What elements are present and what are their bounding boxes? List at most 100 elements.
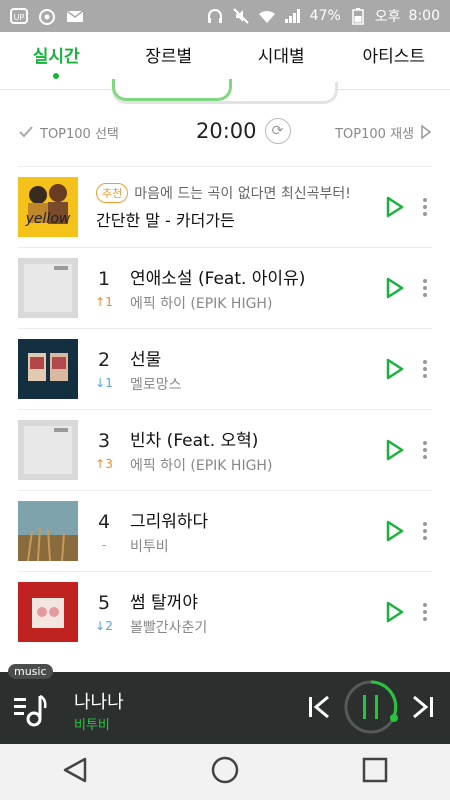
- chart-row-4[interactable]: 4 - 그리워하다 비투비: [18, 490, 432, 571]
- play-outline-icon: [421, 124, 432, 140]
- recent-apps-icon[interactable]: [361, 756, 389, 788]
- more-options-icon[interactable]: [418, 273, 432, 303]
- rank-number: 5: [97, 591, 111, 614]
- album-art: [18, 420, 78, 480]
- battery-percent: 47%: [309, 8, 341, 24]
- song-artist: 볼빨간사춘기: [130, 619, 208, 636]
- play-icon[interactable]: [380, 597, 410, 627]
- chart-time-value: 20:00: [196, 119, 257, 143]
- home-icon[interactable]: [211, 756, 239, 788]
- playlist-music-icon[interactable]: [12, 690, 52, 734]
- top100-play-button[interactable]: TOP100 재생: [335, 123, 432, 142]
- song-info: 빈차 (Feat. 오혁) 에픽 하이 (EPIK HIGH): [130, 426, 380, 475]
- album-art: yellow: [18, 177, 78, 237]
- recommend-song: 간단한 말 - 카더가든: [96, 211, 235, 230]
- chart-row-2[interactable]: 2 ↓1 선물 멜로망스: [18, 328, 432, 409]
- now-playing-title[interactable]: 나나나: [74, 688, 124, 714]
- svg-text:UP: UP: [14, 13, 25, 22]
- recommend-text: 마음에 드는 곡이 없다면 최신곡부터!: [134, 186, 351, 202]
- tab-label: 장르별: [145, 47, 193, 67]
- previous-icon[interactable]: [306, 692, 332, 726]
- chart-row-5[interactable]: 5 ↓2 썸 탈꺼야 볼빨간사춘기: [18, 571, 432, 652]
- next-icon[interactable]: [410, 692, 436, 726]
- rank-number: 1: [97, 267, 111, 290]
- tab-era[interactable]: 시대별: [225, 32, 338, 89]
- rank-block: 4 -: [78, 511, 130, 552]
- mute-icon: [232, 7, 250, 25]
- toggle-active-segment[interactable]: [112, 79, 232, 101]
- song-title: 빈차 (Feat. 오혁): [130, 430, 259, 451]
- chart-controls: TOP100 선택 20:00 ⟳ TOP100 재생: [0, 112, 450, 152]
- camera-icon: [38, 7, 56, 25]
- status-bar: UP 47% 오후 8:00: [0, 0, 450, 32]
- more-options-icon[interactable]: [418, 516, 432, 546]
- song-title: 썸 탈꺼야: [130, 592, 198, 613]
- rank-block: 2 ↓1: [78, 349, 130, 390]
- more-options-icon[interactable]: [418, 597, 432, 627]
- recommend-badge: 추천: [96, 183, 129, 203]
- play-icon[interactable]: [380, 354, 410, 384]
- chart-time: 20:00 ⟳: [196, 118, 291, 144]
- mini-player[interactable]: music 나나나 비투비: [0, 664, 450, 744]
- rank-change: ↓1: [95, 375, 113, 390]
- more-options-icon[interactable]: [418, 192, 432, 222]
- tab-artist[interactable]: 아티스트: [338, 32, 450, 89]
- song-title: 연애소설 (Feat. 아이유): [130, 268, 306, 289]
- rank-number: 4: [97, 510, 111, 533]
- top100-select-button[interactable]: TOP100 선택: [18, 123, 119, 142]
- song-artist: 에픽 하이 (EPIK HIGH): [130, 457, 273, 474]
- signal-icon: [284, 7, 302, 25]
- more-options-icon[interactable]: [418, 435, 432, 465]
- rank-change: ↑1: [95, 294, 113, 309]
- play-all-label: TOP100 재생: [335, 126, 414, 142]
- rank-number: 3: [97, 429, 111, 452]
- recommend-line: 추천 마음에 드는 곡이 없다면 최신곡부터!: [96, 183, 380, 203]
- refresh-icon[interactable]: ⟳: [264, 118, 291, 144]
- play-icon[interactable]: [380, 435, 410, 465]
- chart-row-3[interactable]: 3 ↑3 빈차 (Feat. 오혁) 에픽 하이 (EPIK HIGH): [18, 409, 432, 490]
- chart-mode-toggle[interactable]: [0, 79, 450, 106]
- play-icon[interactable]: [380, 516, 410, 546]
- song-title: 그리워하다: [130, 511, 209, 532]
- svg-text:yellow: yellow: [25, 211, 71, 227]
- rank-change: ↓2: [95, 618, 113, 633]
- pause-button[interactable]: [342, 678, 400, 740]
- now-playing-artist[interactable]: 비투비: [74, 714, 110, 733]
- rank-number: 2: [97, 348, 111, 371]
- album-art: [18, 339, 78, 399]
- toggle-track[interactable]: [112, 79, 338, 104]
- album-art: [18, 258, 78, 318]
- status-time: 8:00: [408, 8, 440, 24]
- recommend-info: 추천 마음에 드는 곡이 없다면 최신곡부터! 간단한 말 - 카더가든: [96, 183, 380, 231]
- status-ampm: 오후: [374, 9, 401, 25]
- rank-change: ↑3: [95, 456, 113, 471]
- back-icon[interactable]: [61, 756, 89, 788]
- select-label: TOP100 선택: [40, 126, 119, 142]
- tab-realtime[interactable]: 실시간: [0, 32, 113, 89]
- tab-label: 실시간: [32, 47, 80, 67]
- album-art: [18, 501, 78, 562]
- song-artist: 비투비: [130, 538, 169, 555]
- rank-block: 1 ↑1: [78, 268, 130, 309]
- active-tab-dot: [53, 73, 60, 79]
- more-options-icon[interactable]: [418, 354, 432, 384]
- chart-row-1[interactable]: 1 ↑1 연애소설 (Feat. 아이유) 에픽 하이 (EPIK HIGH): [18, 247, 432, 328]
- song-title: 선물: [130, 349, 162, 370]
- wifi-icon: [258, 7, 276, 25]
- play-icon[interactable]: [380, 273, 410, 303]
- song-info: 그리워하다 비투비: [130, 507, 380, 556]
- mail-icon: [66, 7, 84, 25]
- headphones-icon: [206, 7, 224, 25]
- app-icon: UP: [10, 7, 28, 25]
- play-icon[interactable]: [380, 192, 410, 222]
- system-navigation-bar: [0, 744, 450, 800]
- song-info: 선물 멜로망스: [130, 345, 380, 394]
- tab-label: 아티스트: [362, 47, 426, 67]
- check-icon: [19, 126, 33, 138]
- rank-block: 3 ↑3: [78, 430, 130, 471]
- tab-label: 시대별: [257, 47, 305, 67]
- recommend-row[interactable]: yellow 추천 마음에 드는 곡이 없다면 최신곡부터! 간단한 말 - 카…: [18, 166, 432, 247]
- song-artist: 에픽 하이 (EPIK HIGH): [130, 295, 273, 312]
- song-info: 연애소설 (Feat. 아이유) 에픽 하이 (EPIK HIGH): [130, 264, 380, 313]
- battery-icon: [349, 7, 367, 25]
